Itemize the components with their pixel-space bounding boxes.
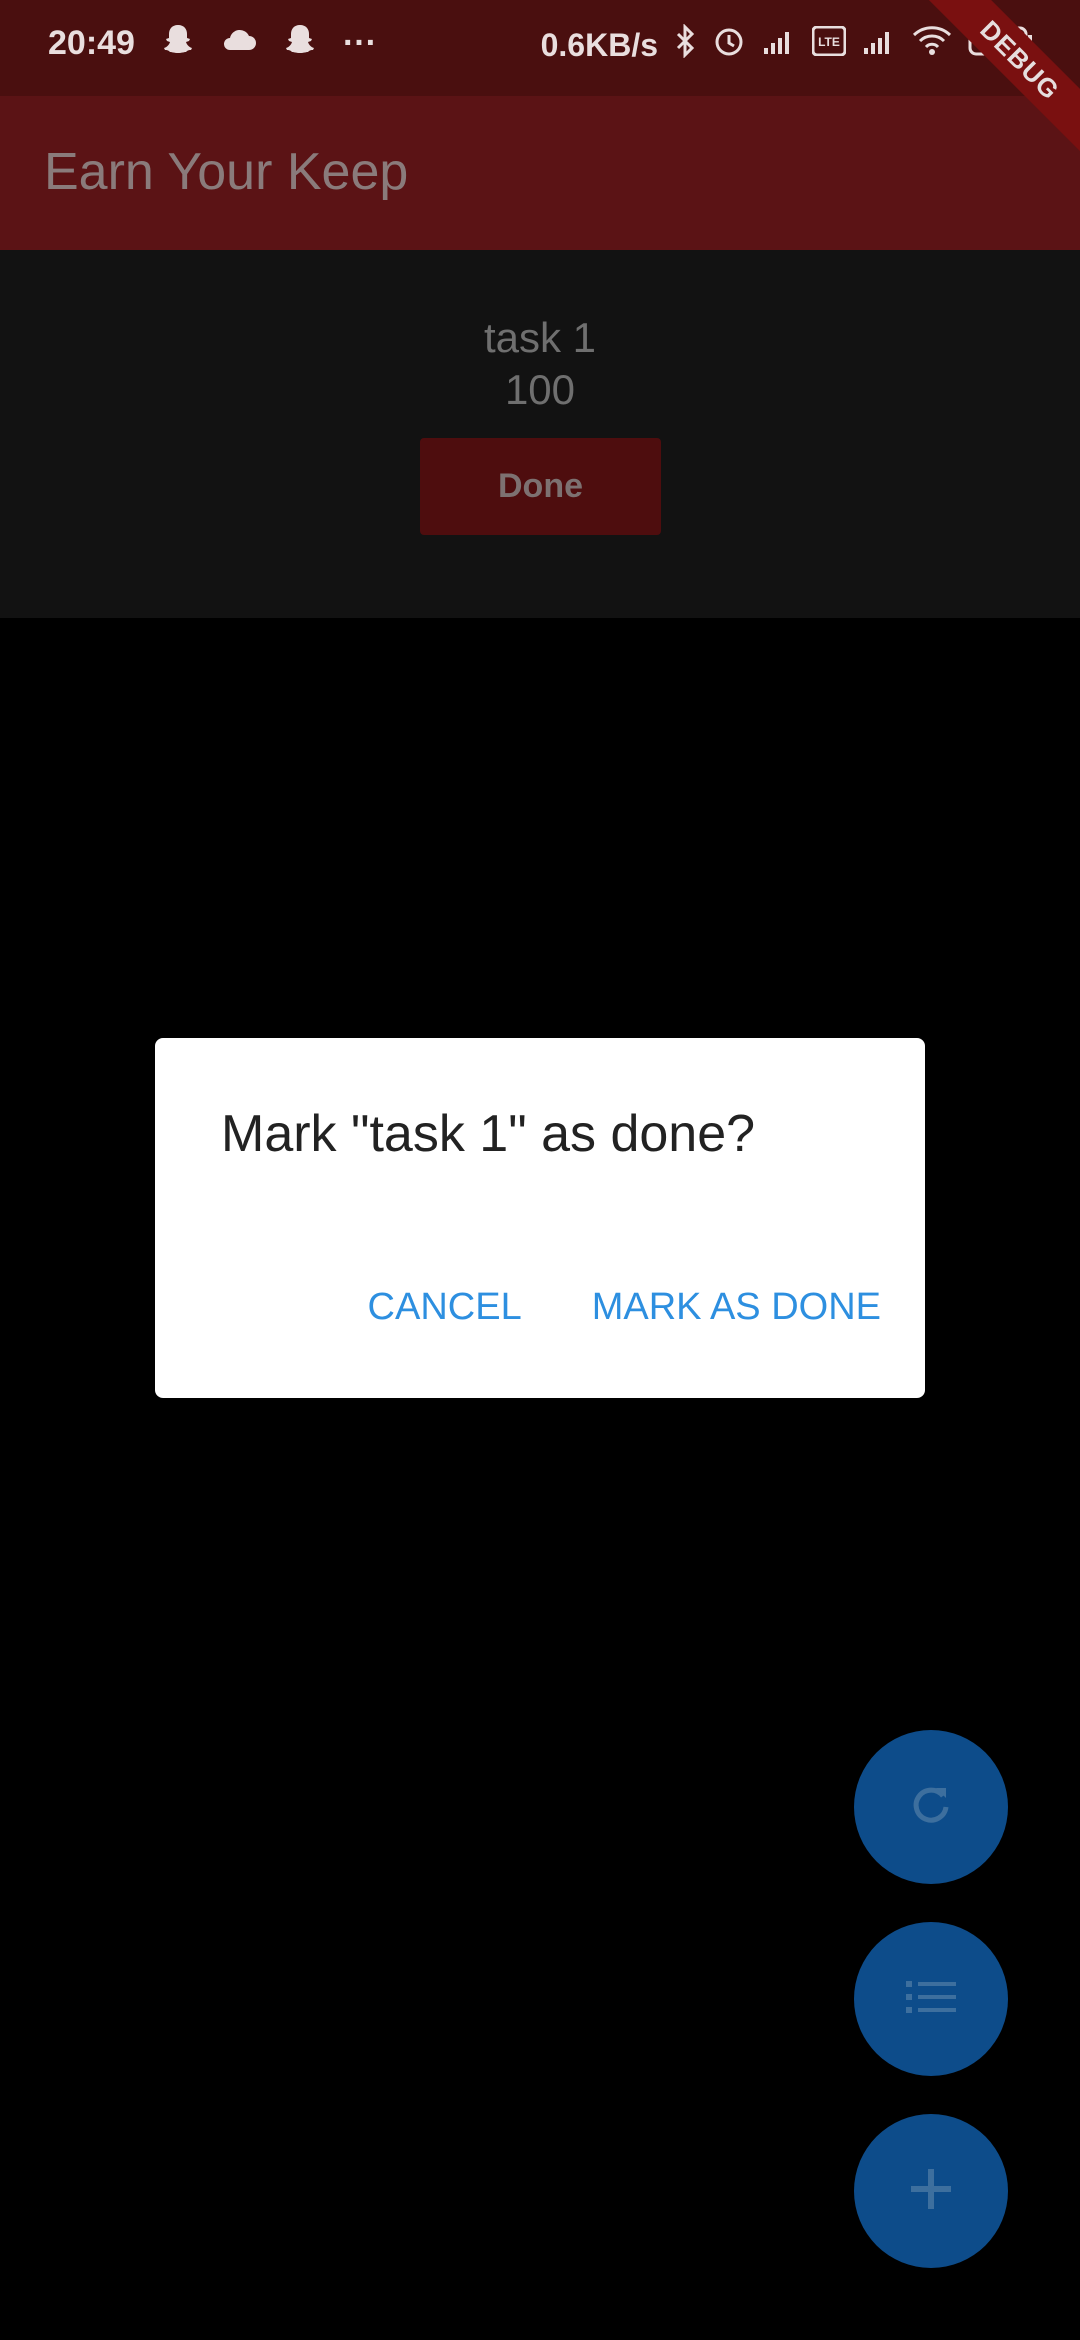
mark-as-done-button[interactable]: MARK AS DONE	[592, 1286, 881, 1329]
dialog-actions: CANCEL MARK AS DONE	[298, 1286, 881, 1329]
dialog-title: Mark "task 1" as done?	[221, 1105, 756, 1163]
screen: 20:49 ··· 0.6KB/s LTE Earn Your Keep DEB…	[0, 0, 1080, 2340]
confirm-dialog: Mark "task 1" as done? CANCEL MARK AS DO…	[155, 1038, 925, 1398]
cancel-button[interactable]: CANCEL	[368, 1286, 522, 1329]
